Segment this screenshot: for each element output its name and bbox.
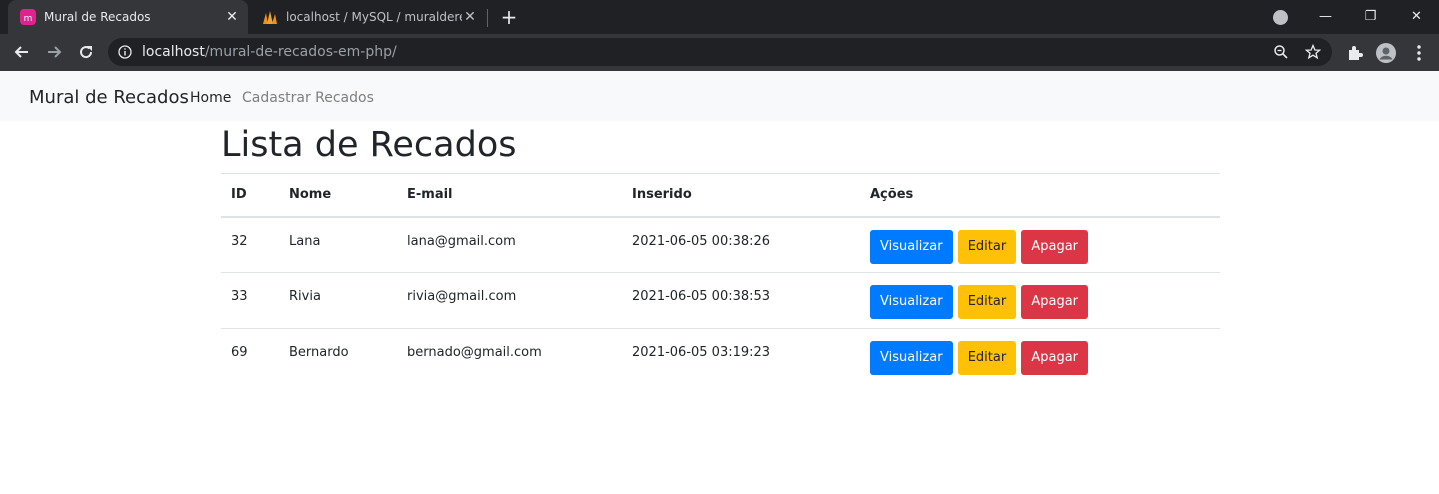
tab-search-icon[interactable] <box>1273 10 1288 25</box>
tab-mural-de-recados[interactable]: m Mural de Recados ✕ <box>8 0 248 34</box>
visualizar-button[interactable]: Visualizar <box>870 341 953 375</box>
forward-icon[interactable] <box>40 38 68 66</box>
close-window-icon[interactable]: ✕ <box>1394 0 1439 32</box>
cell-id: 69 <box>231 345 248 360</box>
cell-nome: Bernardo <box>289 345 349 360</box>
apagar-button[interactable]: Apagar <box>1021 229 1089 264</box>
column-header-acoes: Ações <box>870 187 914 203</box>
editar-button[interactable]: Editar <box>957 341 1017 375</box>
nav-link-home[interactable]: Home <box>190 90 231 106</box>
cell-email: lana@gmail.com <box>407 233 516 249</box>
address-bar[interactable]: localhost/mural-de-recados-em-php/ <box>108 38 1332 66</box>
cell-nome: Rivia <box>289 289 321 304</box>
close-tab-icon[interactable]: ✕ <box>462 9 478 25</box>
visualizar-button[interactable]: Visualizar <box>870 229 953 264</box>
menu-kebab-icon[interactable] <box>1409 43 1429 63</box>
profile-avatar-icon[interactable] <box>1376 43 1396 63</box>
apagar-button[interactable]: Apagar <box>1021 285 1089 319</box>
table-row: 69 Bernardo bernado@gmail.com 2021-06-05… <box>221 329 1220 385</box>
nav-link-cadastrar-recados[interactable]: Cadastrar Recados <box>242 90 374 106</box>
reload-icon[interactable] <box>72 38 100 66</box>
cell-id: 32 <box>231 233 248 249</box>
cell-email: bernado@gmail.com <box>407 345 542 360</box>
cell-nome: Lana <box>289 233 321 249</box>
cell-email: rivia@gmail.com <box>407 289 517 304</box>
phpmyadmin-icon <box>263 11 277 24</box>
cell-actions: Visualizar Editar Apagar <box>860 329 1220 385</box>
table-row: 32 Lana lana@gmail.com 2021-06-05 00:38:… <box>221 217 1220 273</box>
apagar-button[interactable]: Apagar <box>1021 341 1089 375</box>
cell-inserido: 2021-06-05 03:19:23 <box>632 345 771 360</box>
cell-inserido: 2021-06-05 00:38:53 <box>632 289 771 304</box>
visualizar-button[interactable]: Visualizar <box>870 285 953 319</box>
new-tab-icon[interactable]: + <box>498 6 520 28</box>
navbar-brand[interactable]: Mural de Recados <box>29 87 189 108</box>
site-info-icon[interactable] <box>118 45 132 59</box>
minimize-icon[interactable]: — <box>1303 0 1348 32</box>
main-container: Lista de Recados ID Nome E-mail Inserido… <box>221 121 1220 385</box>
cell-inserido: 2021-06-05 00:38:26 <box>632 233 771 249</box>
cell-actions: Visualizar Editar Apagar <box>860 273 1220 329</box>
table-row: 33 Rivia rivia@gmail.com 2021-06-05 00:3… <box>221 273 1220 329</box>
extensions-icon[interactable] <box>1345 43 1365 63</box>
cell-id: 33 <box>231 289 248 304</box>
table-header-row: ID Nome E-mail Inserido Ações <box>221 173 1220 217</box>
column-header-email: E-mail <box>407 187 453 203</box>
app-favicon-icon: m <box>20 9 36 25</box>
page-title: Lista de Recados <box>221 125 517 165</box>
editar-button[interactable]: Editar <box>957 285 1017 319</box>
tab-title: Mural de Recados <box>44 10 151 24</box>
close-tab-icon[interactable]: ✕ <box>224 9 240 25</box>
column-header-id: ID <box>231 187 247 203</box>
url-text[interactable]: localhost/mural-de-recados-em-php/ <box>142 44 397 60</box>
tab-phpmyadmin[interactable]: localhost / MySQL / muralderecados ✕ <box>250 0 486 34</box>
restore-icon[interactable]: ❐ <box>1348 0 1393 32</box>
column-header-inserido: Inserido <box>632 187 692 203</box>
zoom-icon[interactable] <box>1273 44 1289 60</box>
editar-button[interactable]: Editar <box>957 229 1017 264</box>
bookmark-star-icon[interactable] <box>1305 44 1321 60</box>
browser-toolbar: localhost/mural-de-recados-em-php/ <box>0 34 1439 71</box>
tab-separator <box>487 9 488 27</box>
recados-table: ID Nome E-mail Inserido Ações 32 Lana la… <box>221 173 1220 385</box>
browser-tab-bar: m Mural de Recados ✕ localhost / MySQL /… <box>0 0 1439 34</box>
svg-text:m: m <box>24 14 33 24</box>
cell-actions: Visualizar Editar Apagar <box>860 217 1220 273</box>
back-icon[interactable] <box>8 38 36 66</box>
column-header-nome: Nome <box>289 187 332 203</box>
site-navbar: Mural de Recados Home Cadastrar Recados <box>0 71 1439 121</box>
tab-title: localhost / MySQL / muralderecados <box>286 10 462 24</box>
